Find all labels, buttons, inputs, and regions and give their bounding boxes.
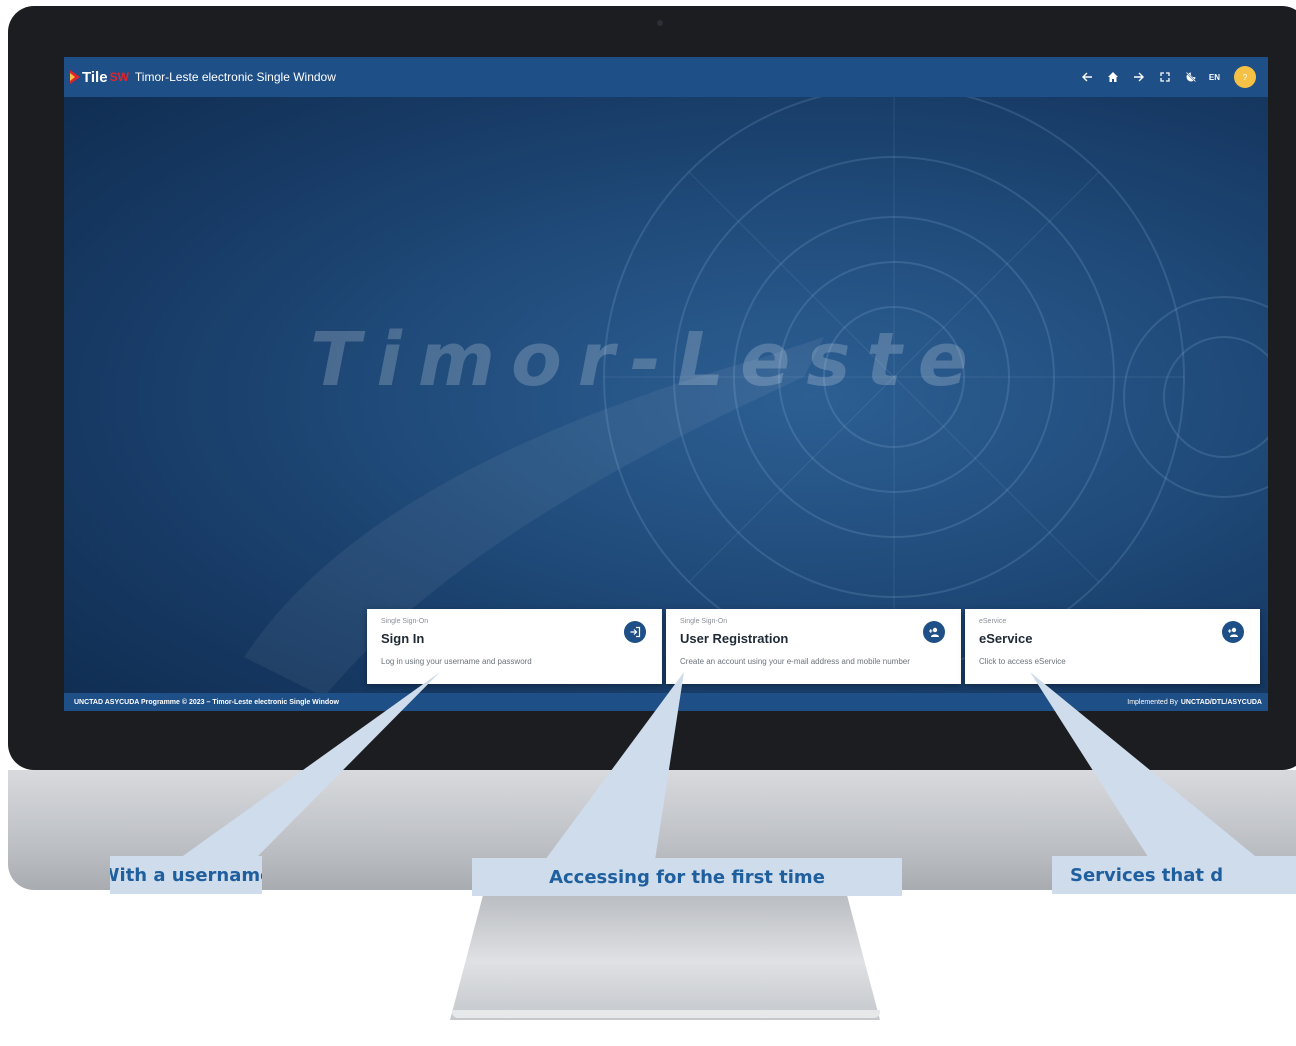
callout-with-username: With a username [110, 856, 262, 894]
callout-services: Services that d [1052, 856, 1296, 894]
callout-first-time: Accessing for the first time [472, 858, 902, 896]
callout-pointer-services [1030, 672, 1260, 860]
callout-pointer-username [180, 672, 440, 858]
callout-pointer-first-time [545, 672, 684, 860]
